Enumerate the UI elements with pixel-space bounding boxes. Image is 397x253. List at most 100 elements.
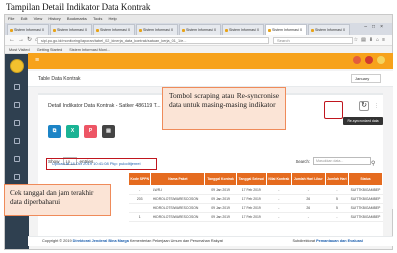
table-header-row: Kode SPPN Nama Paket Tanggal Kontrak Tan…: [127, 172, 383, 186]
footer-org-link[interactable]: Direktorat Jenderal Bina Marga: [73, 239, 129, 243]
browser-tools-icons[interactable]: ☆▤⬇⌂≡: [354, 37, 388, 43]
col-header[interactable]: Jumlah Hari: [324, 172, 350, 186]
bookmark-item[interactable]: Getting Started: [37, 48, 63, 52]
menu-bookmarks[interactable]: Bookmarks: [67, 16, 87, 21]
col-header[interactable]: Jumlah Hari Libur: [290, 172, 326, 186]
table-cell: 5: [325, 203, 349, 213]
browser-tab[interactable]: Sistem Informasi X: [308, 24, 350, 35]
period-select[interactable]: January: [351, 74, 381, 83]
mail-icon[interactable]: [365, 56, 373, 64]
url-field[interactable]: sipl.pu.go.id/monitoring/laporan/tabel_0…: [37, 37, 269, 44]
footer-copyright: Copyright © 2019: [42, 239, 72, 243]
menu-file[interactable]: File: [8, 16, 14, 21]
callout-upload: Cek tanggal dan jam terakhir data diperb…: [4, 184, 111, 216]
copy-button[interactable]: ⧉: [48, 125, 61, 138]
page-title: Table Data Kontrak: [38, 76, 81, 82]
menu-edit[interactable]: Edit: [21, 16, 28, 21]
resync-tooltip: Re-syncronized data: [343, 117, 383, 125]
address-bar-row: ←→↻⌂ sipl.pu.go.id/monitoring/laporan/ta…: [5, 35, 392, 46]
search-icon[interactable]: ⚲: [371, 160, 387, 167]
user-icon[interactable]: [377, 56, 385, 64]
table-cell: 09 Jan 2019: [204, 185, 237, 195]
app-sidebar: [5, 54, 29, 249]
panel-menu-icon[interactable]: ⋮: [374, 103, 379, 109]
search-label: Search:: [295, 158, 310, 164]
resync-highlight-box: [324, 101, 343, 119]
notification-icon[interactable]: [353, 56, 361, 64]
col-header[interactable]: Nama Paket: [150, 172, 206, 186]
table-cell: 1: [128, 212, 151, 222]
table-cell: 09 Jan 2019: [204, 212, 237, 222]
table-cell: 26: [291, 203, 326, 213]
panel-title: Detail Indikator Data Kontrak - Satker 4…: [48, 103, 161, 109]
search-input[interactable]: Masukkan data...: [313, 157, 371, 165]
table-cell: -: [266, 185, 292, 195]
avatar[interactable]: [10, 59, 24, 73]
browser-tabbar: Sistem Informasi X Sistem Informasi X Si…: [5, 23, 392, 35]
table-cell: [128, 203, 151, 213]
footer-subdir-link[interactable]: Pemantauan dan Evaluasi: [316, 239, 363, 243]
menu-toggle-icon[interactable]: ≡: [35, 57, 39, 64]
table-cell: 17 Feb 2019: [236, 203, 267, 213]
table-cell: -: [325, 212, 349, 222]
sidebar-icon-home[interactable]: [14, 84, 20, 90]
table-row: 203 HIDROLOTSIWARESCOSON 09 Jan 2019 17 …: [128, 194, 383, 204]
browser-tab-active[interactable]: Sistem Informasi X: [265, 24, 307, 35]
table-cell: 5: [325, 194, 349, 204]
table-cell: HIDROLOTSIWARESCOSON: [150, 212, 205, 222]
sidebar-icon-chart[interactable]: [14, 138, 20, 144]
resync-button[interactable]: ↻: [359, 101, 369, 111]
table-search: Search: Masukkan data...: [296, 157, 371, 165]
sidebar-icon-user[interactable]: [14, 174, 20, 180]
browser-tab[interactable]: Sistem Informasi X: [179, 24, 221, 35]
browser-tab[interactable]: Sistem Informasi X: [50, 24, 92, 35]
table-cell: SUITTKBIGAMBEP: [348, 203, 383, 213]
sidebar-icon-settings[interactable]: [14, 156, 20, 162]
browser-tab[interactable]: Sistem Informasi X: [93, 24, 135, 35]
table-cell: 17 Feb 2019: [236, 194, 267, 204]
pdf-button[interactable]: P: [84, 125, 97, 138]
table-cell: -: [325, 185, 349, 195]
excel-button[interactable]: X: [66, 125, 79, 138]
col-header[interactable]: Tanggal Selesai: [235, 172, 267, 186]
print-button[interactable]: ▤: [102, 125, 115, 138]
col-header[interactable]: Nilai Kontrak: [265, 172, 292, 186]
sidebar-icon-data[interactable]: [14, 102, 20, 108]
table-row: HIDROLOTSIWARESCOSON 09 Jan 2019 17 Feb …: [128, 203, 383, 213]
table-cell: -: [266, 212, 292, 222]
menu-help[interactable]: Help: [108, 16, 116, 21]
app-footer: Copyright © 2019 Direktorat Jenderal Bin…: [28, 236, 393, 246]
table-cell: SUITTKBIGAMBEP: [348, 185, 383, 195]
table-cell: 26: [291, 194, 326, 204]
table-cell: 17 Feb 2019: [236, 185, 267, 195]
menu-history[interactable]: History: [48, 16, 60, 21]
table-row: - LWR-I 09 Jan 2019 17 Feb 2019 - - - SU…: [128, 185, 383, 195]
app-topnav: ≡: [28, 53, 393, 69]
menu-tools[interactable]: Tools: [93, 16, 102, 21]
table-cell: SUITTKBIGAMBEP: [348, 194, 383, 204]
table-cell: HIDROLOTSIWARESCOSON: [150, 203, 205, 213]
col-header[interactable]: Status: [348, 172, 383, 186]
bookmark-item[interactable]: Most Visited: [9, 48, 30, 52]
menu-view[interactable]: View: [34, 16, 43, 21]
table-cell: -: [128, 185, 151, 195]
table-cell: 17 Feb 2019: [236, 212, 267, 222]
table-cell: -: [266, 194, 292, 204]
table-cell: 203: [128, 194, 151, 204]
footer-right: Subdirektorat Pemantauan dan Evaluasi: [292, 237, 363, 246]
col-header[interactable]: Tanggal Kontrak: [204, 172, 237, 186]
callout-resync: Tombol scraping atau Re-syncronise data …: [162, 87, 286, 130]
col-header[interactable]: Kode SPPN: [127, 172, 152, 186]
browser-search-field[interactable]: Search: [273, 37, 353, 44]
browser-tab[interactable]: Sistem Informasi X: [222, 24, 264, 35]
sidebar-icon-report[interactable]: [14, 120, 20, 126]
browser-tab[interactable]: Sistem Informasi X: [136, 24, 178, 35]
browser-tab[interactable]: Sistem Informasi X: [7, 24, 49, 35]
table-cell: 09 Jan 2019: [204, 194, 237, 204]
bookmark-item[interactable]: Sistem Informasi Moni...: [69, 48, 110, 52]
content-titlebar: Table Data Kontrak January: [28, 71, 393, 87]
table-cell: LWR-I: [150, 185, 205, 195]
table-cell: -: [266, 203, 292, 213]
window-controls[interactable]: –□×: [364, 24, 388, 30]
table-row: 1 HIDROLOTSIWARESCOSON 09 Jan 2019 17 Fe…: [128, 212, 383, 222]
